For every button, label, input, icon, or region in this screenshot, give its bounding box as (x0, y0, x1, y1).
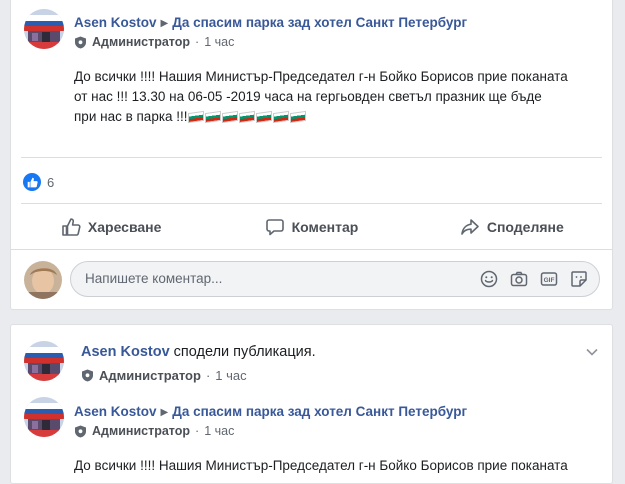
post-text-line: До всички !!!! Нашия Министър-Председате… (74, 458, 568, 473)
author-line: Asen Kostov ▶ Да спасим парка зад хотел Са… (74, 404, 467, 419)
shared-post-text: До всички !!!! Нашия Министър-Председате… (74, 456, 604, 476)
author-avatar[interactable] (24, 341, 64, 381)
author-line: Asen Kostov ▶ Да спасим парка зад хотел Са… (74, 15, 467, 30)
post-header: Asen Kostov сподели публикация. Админист… (81, 344, 316, 383)
role-label: Администратор (99, 368, 201, 383)
post-header: Asen Kostov ▶ Да спасим парка зад хотел Са… (74, 15, 467, 49)
separator-dot: · (195, 424, 200, 438)
post-meta: Администратор · 1 час (81, 368, 316, 383)
like-icon (62, 218, 81, 236)
post-card: Asen Kostov сподели публикация. Админист… (10, 324, 613, 484)
shield-icon (81, 369, 94, 382)
timestamp[interactable]: 1 час (215, 368, 246, 383)
post-text-line: До всички !!!! Нашия Министър-Председате… (74, 69, 568, 84)
bulgarian-flag-emojis (187, 109, 307, 124)
shield-icon (74, 36, 87, 49)
shield-icon (74, 425, 87, 438)
post-text: До всички !!!! Нашия Министър-Председате… (74, 67, 604, 127)
post-meta: Администратор · 1 час (74, 35, 467, 49)
timestamp[interactable]: 1 час (204, 424, 234, 438)
action-bar: Харесване Коментар Споделяне (11, 209, 612, 245)
shared-post-header: Asen Kostov ▶ Да спасим парка зад хотел Са… (74, 404, 467, 438)
post-card: Asen Kostov ▶ Да спасим парка зад хотел Са… (10, 0, 613, 310)
shared-author-avatar[interactable] (24, 397, 64, 437)
like-icon (23, 173, 41, 191)
emoji-icon[interactable] (479, 269, 499, 289)
reaction-summary[interactable]: 6 (23, 173, 54, 191)
bulgaria-flag-icon (221, 110, 238, 124)
post-meta: Администратор · 1 час (74, 424, 467, 438)
commenter-avatar[interactable] (24, 261, 62, 299)
chevron-down-icon[interactable] (586, 343, 598, 361)
author-avatar[interactable] (24, 9, 64, 49)
timestamp[interactable]: 1 час (204, 35, 234, 49)
author-line: Asen Kostov сподели публикация. (81, 344, 316, 360)
svg-text:GIF: GIF (544, 277, 555, 284)
divider (21, 203, 602, 204)
separator-dot: · (195, 35, 200, 49)
role-label: Администратор (92, 35, 191, 49)
sticker-icon[interactable] (569, 269, 589, 289)
bulgaria-flag-icon (187, 110, 204, 124)
shared-text: сподели публикация. (173, 344, 316, 360)
post-text-line: при нас в парка !!! (74, 107, 604, 127)
comment-tools: GIF (479, 269, 589, 289)
group-name[interactable]: Да спасим парка зад хотел Санкт Петербур… (172, 404, 467, 419)
comment-field[interactable]: GIF (70, 261, 600, 297)
bulgaria-flag-icon (238, 110, 255, 124)
gif-icon[interactable]: GIF (539, 269, 559, 289)
comment-input[interactable] (83, 270, 447, 287)
bulgaria-flag-icon (289, 110, 306, 124)
comment-icon (265, 219, 284, 236)
bulgaria-flag-icon (255, 110, 272, 124)
divider (21, 157, 602, 158)
author-name[interactable]: Asen Kostov (81, 344, 170, 360)
arrow-right-icon: ▶ (160, 18, 169, 29)
comment-button[interactable]: Коментар (211, 209, 411, 245)
like-label: Харесване (87, 219, 162, 235)
bulgaria-flag-icon (272, 110, 289, 124)
share-label: Споделяне (486, 219, 564, 235)
divider (11, 249, 612, 250)
comment-label: Коментар (291, 219, 359, 235)
role-label: Администратор (92, 424, 191, 438)
group-name[interactable]: Да спасим парка зад хотел Санкт Петербур… (172, 15, 467, 30)
like-count: 6 (47, 174, 55, 190)
post-text-line: от нас !!! 13.30 на 06-05 -2019 часа на … (74, 89, 542, 104)
like-button[interactable]: Харесване (11, 209, 211, 245)
separator-dot: · (205, 368, 211, 383)
post-text-fragment: при нас в парка !!! (74, 109, 188, 124)
camera-icon[interactable] (509, 269, 529, 289)
bulgaria-flag-icon (204, 110, 221, 124)
arrow-right-icon: ▶ (160, 407, 169, 418)
author-name[interactable]: Asen Kostov (74, 404, 157, 419)
author-name[interactable]: Asen Kostov (74, 15, 157, 30)
share-icon (461, 219, 479, 235)
share-button[interactable]: Споделяне (412, 209, 612, 245)
